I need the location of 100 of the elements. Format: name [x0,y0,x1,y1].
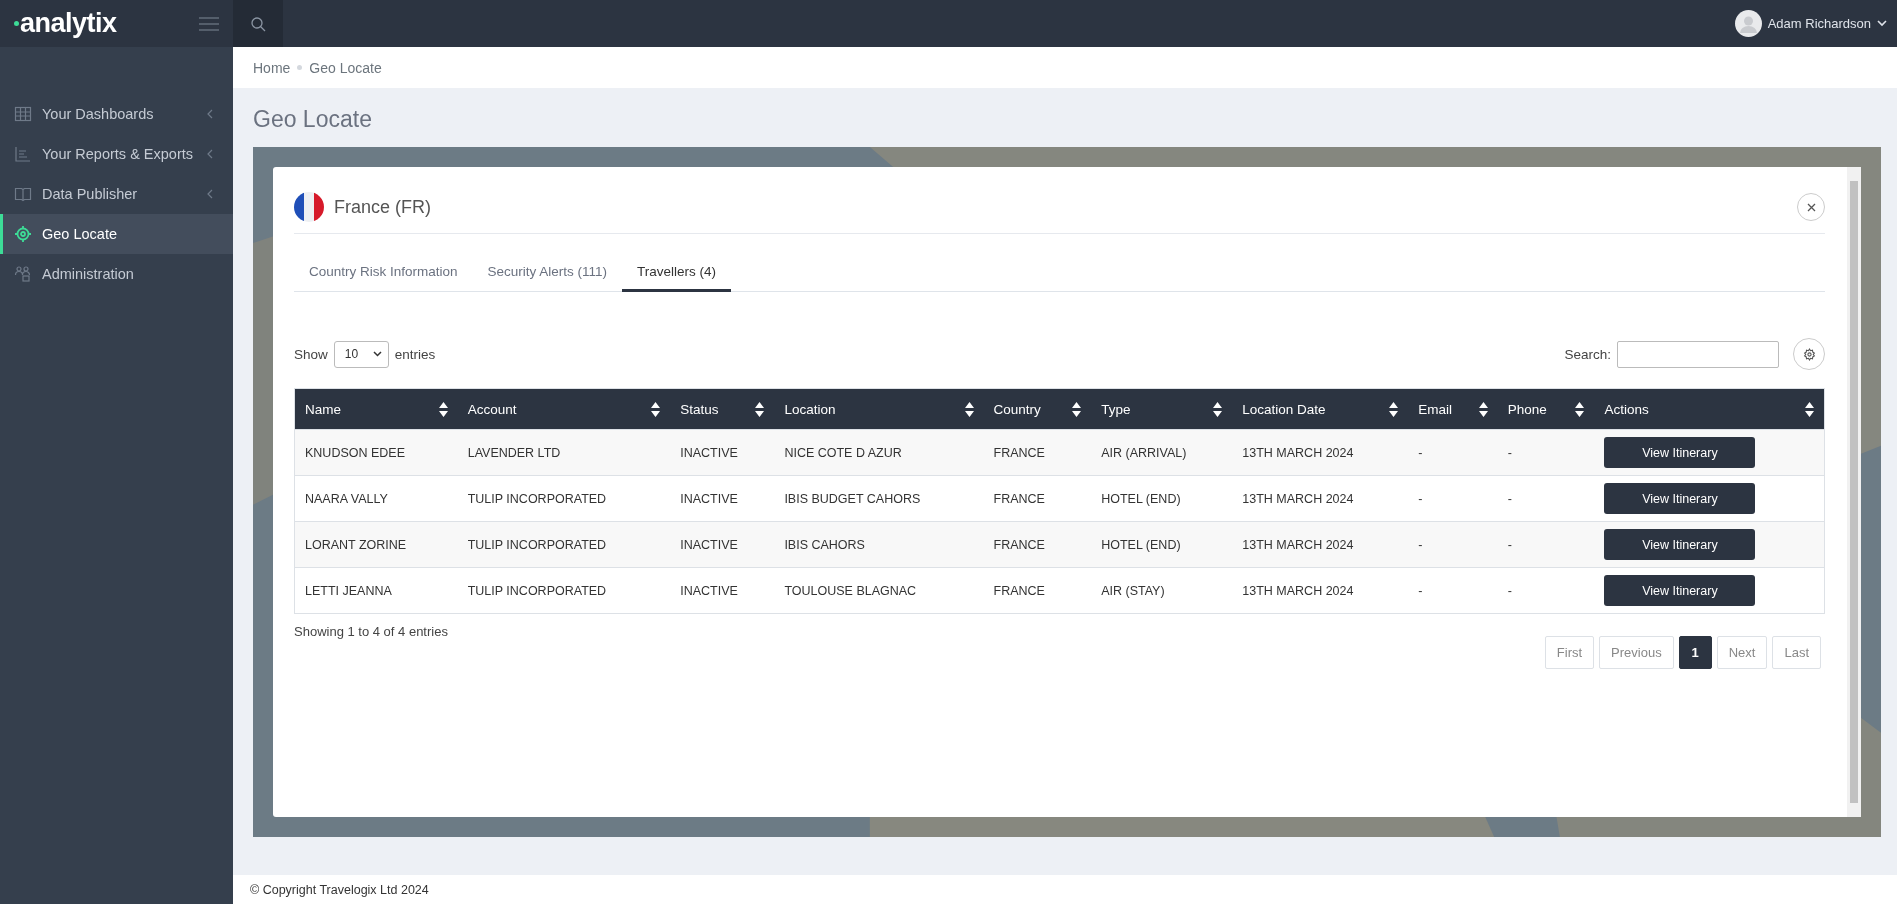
column-label: Type [1101,401,1131,417]
column-header[interactable]: Location Date [1232,388,1409,430]
table-cell: TULIP INCORPORATED [457,521,671,568]
sort-icon [1805,401,1814,417]
list-icon [14,145,32,163]
table-cell: TULIP INCORPORATED [457,475,671,522]
column-header[interactable]: Status [670,388,775,430]
sidebar-item[interactable]: Administration [0,254,233,294]
table-cell: LAVENDER LTD [457,429,671,476]
column-header[interactable]: Location [774,388,984,430]
search-label: Search: [1564,346,1611,362]
breadcrumb-link[interactable]: Geo Locate [309,59,382,76]
table-cell: - [1408,567,1498,614]
chevron-down-icon [1877,20,1887,27]
page-button[interactable]: Last [1772,636,1821,669]
logo-dot-icon [14,21,19,26]
sidebar-label: Administration [42,266,135,282]
logo: analytix [20,8,117,39]
search-icon [250,15,266,32]
sidebar-item[interactable]: Geo Locate [0,214,233,254]
breadcrumb-link[interactable]: Home [253,59,291,76]
table-cell: INACTIVE [670,521,775,568]
view-itinerary-button[interactable]: View Itinerary [1604,575,1756,606]
separator-dot-icon [297,65,303,70]
tab[interactable]: Travellers (4) [622,254,732,292]
table-cell: NAARA VALLY [294,475,458,522]
sort-icon [1575,401,1585,417]
settings-button[interactable] [1793,338,1825,370]
sidebar-label: Data Publisher [42,186,139,202]
table-cell: LORANT ZORINE [294,521,458,568]
sort-icon [755,401,765,417]
sort-icon [651,401,661,417]
column-label: Location Date [1242,401,1326,417]
sidebar-item[interactable]: Data Publisher [0,174,233,214]
column-label: Account [467,401,517,417]
tab[interactable]: Security Alerts (111) [472,254,623,292]
table-cell: - [1408,475,1498,522]
table-cell: 13TH MARCH 2024 [1232,521,1409,568]
table-cell: - [1497,429,1595,476]
sort-icon [964,401,974,417]
entries-select[interactable]: 10 [333,340,389,368]
grid-icon [14,105,32,123]
sidebar-label: Your Dashboards [42,106,155,122]
table-cell: - [1497,567,1595,614]
table-cell: FRANCE [983,429,1092,476]
view-itinerary-button[interactable]: View Itinerary [1604,529,1756,560]
tab[interactable]: Country Risk Information [294,254,473,292]
target-icon [14,225,32,243]
table-cell: - [1497,521,1595,568]
page-button[interactable]: 1 [1678,636,1712,669]
search-button[interactable] [233,0,283,47]
sort-icon [1213,401,1223,417]
table-cell: TOULOUSE BLAGNAC [774,567,984,614]
sort-icon [1072,401,1082,417]
column-header[interactable]: Type [1091,388,1233,430]
column-header[interactable]: Actions [1594,388,1825,430]
sidebar-label: Geo Locate [42,226,118,242]
table-cell: IBIS BUDGET CAHORS [774,475,984,522]
close-button[interactable] [1797,193,1825,221]
avatar-icon [1734,10,1762,37]
page-button[interactable]: First [1544,636,1595,669]
column-header[interactable]: Email [1408,388,1498,430]
sort-icon [438,401,448,417]
table-cell: - [1497,475,1595,522]
book-icon [14,185,32,203]
sort-icon [1389,401,1399,417]
users-icon [14,265,32,283]
table-cell: KNUDSON EDEE [294,429,458,476]
dialog-title: France (FR) [334,196,432,218]
table-cell: INACTIVE [670,429,775,476]
view-itinerary-button[interactable]: View Itinerary [1604,483,1756,514]
column-header[interactable]: Country [983,388,1092,430]
column-label: Actions [1604,401,1649,417]
page-title: Geo Locate [252,105,373,134]
sidebar-item[interactable]: Your Reports & Exports [0,134,233,174]
table-cell: FRANCE [983,567,1092,614]
page-button[interactable]: Previous [1599,636,1674,669]
page-button[interactable]: Next [1716,636,1768,669]
menu-icon[interactable] [199,16,219,31]
show-label: Show [294,346,328,362]
sort-icon [1478,401,1488,417]
table-cell: HOTEL (END) [1091,521,1233,568]
flag-icon [294,192,324,222]
scrollbar[interactable] [1847,167,1861,817]
column-header[interactable]: Phone [1497,388,1595,430]
sidebar-label: Your Reports & Exports [42,146,194,162]
column-header[interactable]: Name [294,388,458,430]
close-icon [1806,202,1816,212]
table-cell: 13TH MARCH 2024 [1232,475,1409,522]
column-header[interactable]: Account [457,388,671,430]
sidebar-item[interactable]: Your Dashboards [0,94,233,134]
column-label: Location [784,401,836,417]
table-cell: LETTI JEANNA [294,567,458,614]
table-cell: FRANCE [983,475,1092,522]
view-itinerary-button[interactable]: View Itinerary [1604,437,1756,468]
search-field[interactable] [1617,340,1779,368]
user-menu[interactable]: Adam Richardson [1724,0,1897,47]
table-cell: 13TH MARCH 2024 [1232,567,1409,614]
table-cell: - [1408,521,1498,568]
chevron-down-icon [372,351,382,357]
